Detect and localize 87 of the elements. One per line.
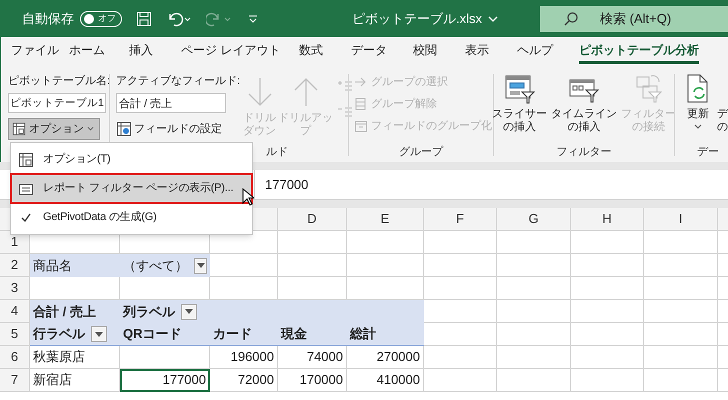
table-cell [210,254,278,277]
menu-item[interactable]: レポート フィルター ページの表示(P)... [11,174,252,203]
row-header: 7 [0,369,30,392]
group-label: ルド [266,145,288,160]
field-settings-button[interactable]: フィールドの設定 [116,118,222,140]
calendar-icon [354,119,368,133]
grid-icon [354,97,368,111]
column-header: G [497,208,571,231]
cell-text: 行ラベル [33,325,85,344]
column-header: F [424,208,497,231]
table-cell: 総計 [347,323,424,346]
table-icon [12,121,26,137]
caret-icon [87,126,94,132]
table-cell: 170000 [278,369,347,392]
collapse-field-icon [338,106,352,118]
caret-icon [95,332,103,336]
cell-text: （すべて） [123,256,188,275]
filter-dropdown-button[interactable] [194,258,207,274]
table-cell [278,231,347,254]
arrow-right-icon [354,75,368,89]
table-cell: 270000 [347,346,424,369]
caret-icon [185,309,193,314]
filter-dropdown-button[interactable] [91,326,107,342]
check-icon [21,212,31,222]
file-name-button[interactable]: ピボットテーブル.xlsx [352,8,498,28]
pivot-name-field[interactable]: ピボットテーブル1 [8,93,106,113]
ribbon-tab[interactable]: 校閲 [413,37,465,68]
table-cell: 秋葉原店 [30,346,120,369]
column-header: E [347,208,424,231]
search-icon [564,12,578,26]
ribbon-tab[interactable]: ホーム [69,37,129,68]
group-label: デー [697,145,719,160]
table-cell: 177000 [120,369,210,392]
table-cell: 410000 [347,369,424,392]
options-button[interactable]: オプション [8,118,100,140]
ribbon-tab[interactable]: 挿入 [129,37,181,68]
cell-text: 列ラベル [123,302,175,321]
field-label: アクティブなフィールド: [116,74,240,88]
group-label: フィルター [556,145,612,160]
filter-dropdown-button[interactable] [181,304,197,320]
save-icon[interactable] [136,10,152,26]
table-cell: 現金 [278,323,347,346]
ribbon-button[interactable]: デ の [717,108,728,134]
menu-item[interactable]: GetPivotData の生成(G) [11,203,252,232]
ribbon-tab[interactable]: ヘルプ [517,37,579,68]
table-cell: 新宿店 [30,369,120,392]
formula-field[interactable]: 177000 [254,170,728,199]
table-cell: 商品名 [30,254,120,277]
refresh-button[interactable]: 更新 [683,74,713,130]
ribbon-tab[interactable]: ファイル [1,37,69,68]
chevron-icon [488,14,498,22]
pages-icon [18,182,34,196]
table-cell [278,254,347,277]
ribbon-tab[interactable]: 表示 [465,37,517,68]
caret-icon [694,124,702,130]
autosave-toggle[interactable]: オフ [80,10,122,26]
search-field[interactable]: 検索 (Alt+Q) [540,6,728,32]
ribbon-tab[interactable]: ページ レイアウト [181,37,299,68]
expand-field-icon [338,80,352,92]
ribbon-tab[interactable]: ピボットテーブル分析 [579,37,709,68]
table-cell: QRコード [120,323,210,346]
active-field-field[interactable]: 合計 / 売上 [116,93,226,113]
slicer-icon [504,74,536,104]
ribbon-tab[interactable]: 数式 [299,37,351,68]
row-header: 2 [0,254,30,277]
table-cell: カード [210,323,278,346]
column-header: I [644,208,718,231]
column-header: H [571,208,644,231]
row-header: 6 [0,346,30,369]
group-label: グループ [398,144,444,160]
caret-icon [196,263,204,268]
table-icon [18,152,34,168]
filter-button[interactable]: スライサー の挿入 [491,74,548,134]
field-settings-icon [116,121,132,137]
filter-button[interactable]: タイムライン の挿入 [550,74,618,134]
row-header: 3 [0,277,30,300]
table-cell: 196000 [210,346,278,369]
table-cell: 合計 / 売上 [30,300,120,323]
row-header: 4 [0,300,30,323]
row-header: 5 [0,323,30,346]
autosave-label: 自動保存 [22,10,74,28]
field-label: ピボットテーブル名: [8,74,110,88]
table-cell: 74000 [278,346,347,369]
customize-icon[interactable] [248,14,258,24]
table-cell: 72000 [210,369,278,392]
ribbon-tab[interactable]: データ [351,37,413,68]
column-header: D [278,208,347,231]
